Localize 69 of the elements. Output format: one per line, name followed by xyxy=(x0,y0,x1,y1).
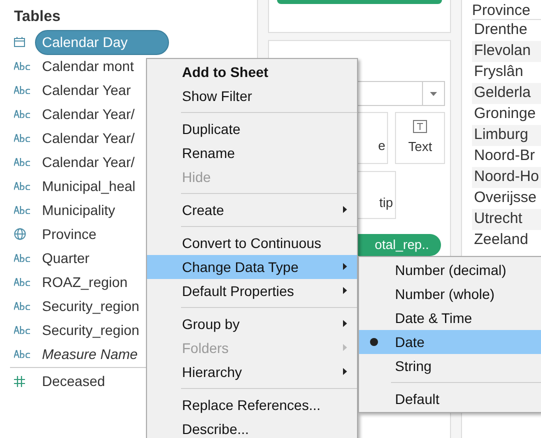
table-cell-text: Overijsse xyxy=(473,188,538,208)
submenu-item[interactable]: String xyxy=(359,354,541,378)
abc-type-icon xyxy=(14,110,32,118)
table-cell: Flevolan xyxy=(472,41,541,62)
table-cell: Noord-Ho xyxy=(472,167,541,188)
menu-item[interactable]: Add to Sheet xyxy=(147,60,357,84)
submenu-arrow-icon xyxy=(343,320,347,327)
menu-item[interactable]: Describe... xyxy=(147,417,357,438)
abc-type-icon xyxy=(14,134,32,142)
submenu-arrow-icon xyxy=(343,263,347,270)
field-name[interactable]: Calendar Year/ xyxy=(42,104,135,124)
table-cell: Limburg xyxy=(472,125,541,146)
field-name[interactable]: Deceased xyxy=(42,370,106,392)
field-name[interactable]: Municipal_heal xyxy=(42,176,136,196)
table-cell-text: Groninge xyxy=(473,104,537,124)
submenu-item[interactable]: Date xyxy=(359,330,541,354)
field-name[interactable]: Calendar Year/ xyxy=(42,152,135,172)
table-cell: Utrecht xyxy=(472,209,541,230)
abc-type-icon xyxy=(14,182,32,190)
menu-item[interactable]: Group by xyxy=(147,312,357,336)
menu-item[interactable]: Hierarchy xyxy=(147,360,357,384)
submenu-item[interactable]: Date & Time xyxy=(359,306,541,330)
table-cell-text: Drenthe xyxy=(473,20,528,40)
submenu-arrow-icon xyxy=(343,344,347,351)
field-name[interactable]: Quarter xyxy=(42,248,90,268)
caret-icon xyxy=(430,92,437,96)
field-name[interactable]: Calendar mont xyxy=(42,56,134,76)
field-name[interactable]: Security_region xyxy=(42,296,140,316)
submenu-arrow-icon xyxy=(343,206,347,213)
calendar-icon xyxy=(14,37,25,47)
column-header: Province xyxy=(472,0,541,20)
abc-type-icon xyxy=(14,326,32,334)
globe-icon xyxy=(14,228,26,240)
abc-type-icon xyxy=(14,350,32,358)
table-cell-text: Noord-Br xyxy=(473,146,536,166)
menu-item[interactable]: Default Properties xyxy=(147,279,357,303)
menu-item[interactable]: Create xyxy=(147,198,357,222)
submenu-item[interactable]: Number (decimal) xyxy=(359,258,541,282)
abc-type-icon xyxy=(14,158,32,166)
abc-type-icon xyxy=(14,206,32,214)
abc-type-icon xyxy=(14,278,32,286)
tables-heading: Tables xyxy=(13,7,62,27)
abc-type-icon xyxy=(14,62,32,70)
menu-item[interactable]: Rename xyxy=(147,141,357,165)
table-cell: Gelderla xyxy=(472,83,541,104)
field-name[interactable]: Security_region xyxy=(42,320,140,340)
text-button[interactable]: Text xyxy=(395,112,445,164)
shelf-pill[interactable] xyxy=(277,0,442,4)
submenu-item[interactable]: Number (whole) xyxy=(359,282,541,306)
submenu-arrow-icon xyxy=(343,368,347,375)
field-name[interactable]: Province xyxy=(42,224,96,244)
menu-item[interactable]: Change Data Type xyxy=(147,255,357,279)
submenu-item[interactable]: Default xyxy=(359,387,541,411)
table-cell-text: Fryslân xyxy=(473,62,524,82)
abc-type-icon xyxy=(14,302,32,310)
text-icon xyxy=(413,120,428,133)
field-name[interactable]: Calendar Year xyxy=(42,80,131,100)
field-name[interactable]: ROAZ_region xyxy=(42,272,128,292)
menu-item[interactable]: Duplicate xyxy=(147,117,357,141)
field-name[interactable]: Calendar Year/ xyxy=(42,128,135,148)
hash-icon xyxy=(14,376,25,386)
menu-item[interactable]: Replace References... xyxy=(147,393,357,417)
field-name[interactable]: Municipality xyxy=(42,200,116,220)
submenu-arrow-icon xyxy=(343,287,347,294)
abc-type-icon xyxy=(14,86,32,94)
field-name[interactable]: Measure Name xyxy=(42,344,138,364)
menu-item[interactable]: Show Filter xyxy=(147,84,357,108)
abc-type-icon xyxy=(14,254,32,262)
table-cell-text: Zeeland xyxy=(473,230,530,250)
